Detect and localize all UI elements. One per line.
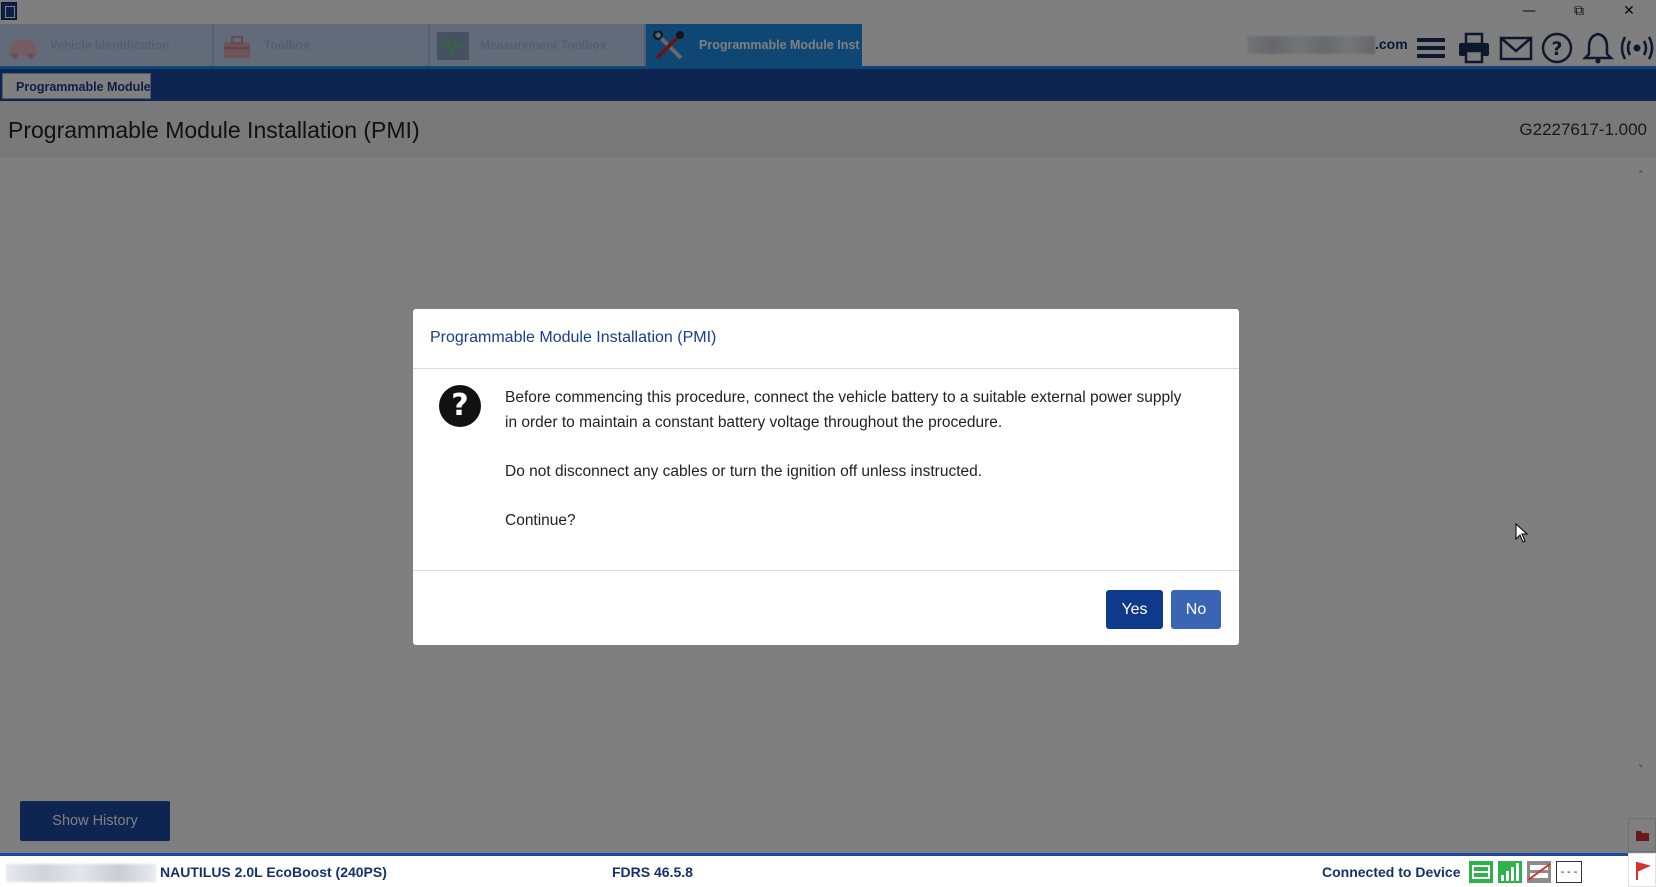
dialog-paragraph-continue: Continue? bbox=[505, 512, 576, 529]
dialog-footer: Yes No bbox=[413, 571, 1239, 645]
question-icon: ? bbox=[439, 385, 481, 427]
vehicle-description: NAUTILUS 2.0L EcoBoost (240PS) bbox=[160, 864, 387, 880]
dialog-title: Programmable Module Installation (PMI) bbox=[413, 309, 1239, 369]
mouse-cursor bbox=[1515, 523, 1529, 543]
connection-status: Connected to Device bbox=[1322, 864, 1461, 880]
no-button[interactable]: No bbox=[1171, 590, 1221, 629]
dash-indicator: --- bbox=[1556, 861, 1582, 883]
dialog-body: ? Before commencing this procedure, conn… bbox=[413, 369, 1239, 571]
dialog-paragraph-power-supply: Before commencing this procedure, connec… bbox=[505, 389, 1182, 431]
yes-button[interactable]: Yes bbox=[1106, 590, 1163, 629]
status-bar: NAUTILUS 2.0L EcoBoost (240PS) FDRS 46.5… bbox=[0, 853, 1656, 887]
vci-icon[interactable] bbox=[1468, 860, 1494, 884]
dialog-paragraph-cables: Do not disconnect any cables or turn the… bbox=[505, 463, 983, 480]
dialog-message: Before commencing this procedure, connec… bbox=[505, 385, 1195, 557]
side-flag-button[interactable] bbox=[1628, 853, 1656, 887]
network-icon[interactable] bbox=[1526, 860, 1552, 884]
fdrs-version: FDRS 46.5.8 bbox=[612, 864, 693, 880]
pmi-confirm-dialog: Programmable Module Installation (PMI) ?… bbox=[413, 309, 1239, 645]
signal-icon[interactable] bbox=[1497, 860, 1523, 884]
flag-icon bbox=[1636, 862, 1651, 880]
redacted-vin bbox=[6, 864, 156, 882]
